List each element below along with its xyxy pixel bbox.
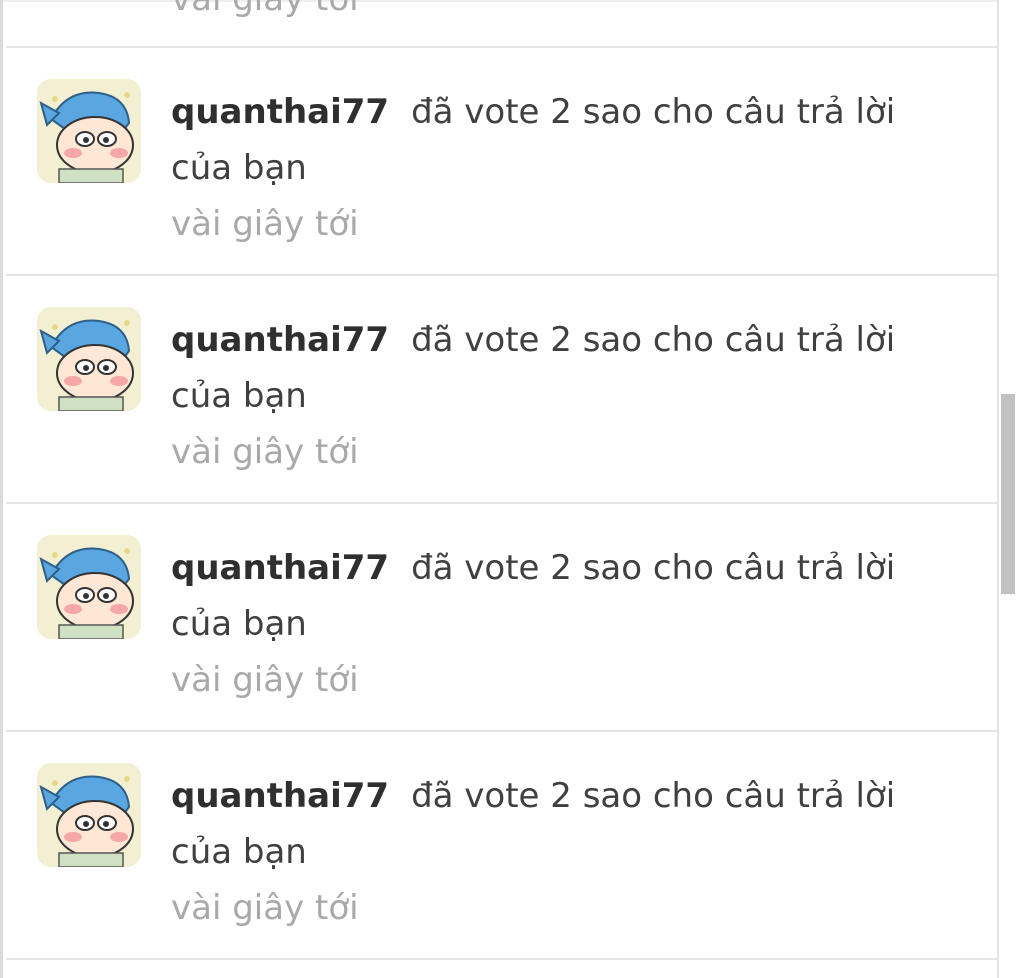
notification-username[interactable]: quanthai77 — [171, 92, 389, 132]
notification-username[interactable]: quanthai77 — [171, 548, 389, 588]
cartoon-boy-avatar-icon[interactable] — [37, 307, 141, 411]
notifications-panel: vài giây tới — [0, 0, 1024, 978]
notification-content: quanthai77 đã vote 2 sao cho câu trả lời … — [171, 312, 951, 480]
notification-username[interactable]: quanthai77 — [171, 320, 389, 360]
notification-item[interactable]: quanthai77 đã vote 2 sao cho câu trả lời … — [6, 732, 1000, 960]
notification-item[interactable]: quanthai77 đã vote 2 sao cho câu trả lời … — [6, 276, 1000, 504]
notification-message: quanthai77 đã vote 2 sao cho câu trả lời … — [171, 768, 951, 880]
notification-content: quanthai77 đã vote 2 sao cho câu trả lời … — [171, 84, 951, 252]
notification-time: vài giây tới — [171, 660, 359, 700]
notification-message: quanthai77 đã vote 2 sao cho câu trả lời … — [171, 312, 951, 424]
notification-item[interactable]: quanthai77 đã vote 2 sao cho câu trả lời … — [6, 48, 1000, 276]
cartoon-boy-avatar-icon[interactable] — [37, 79, 141, 183]
cartoon-boy-avatar-icon[interactable] — [37, 763, 141, 867]
scrollbar[interactable] — [997, 0, 1024, 978]
notification-content: quanthai77 đã vote 2 sao cho câu trả lời … — [171, 768, 951, 936]
notification-message: quanthai77 đã vote 2 sao cho câu trả lời … — [171, 540, 951, 652]
scrollbar-thumb[interactable] — [1001, 394, 1015, 594]
notification-list: vài giây tới — [6, 0, 1000, 960]
notification-time: vài giây tới — [171, 888, 359, 928]
notification-time: vài giây tới — [171, 0, 359, 16]
notification-message: quanthai77 đã vote 2 sao cho câu trả lời … — [171, 84, 951, 196]
notification-content: quanthai77 đã vote 2 sao cho câu trả lời … — [171, 540, 951, 708]
notification-time: vài giây tới — [171, 204, 359, 244]
notification-item[interactable]: quanthai77 đã vote 2 sao cho câu trả lời … — [6, 504, 1000, 732]
notification-username[interactable]: quanthai77 — [171, 776, 389, 816]
partial-notification-item[interactable]: vài giây tới — [6, 0, 1000, 48]
cartoon-boy-avatar-icon[interactable] — [37, 535, 141, 639]
notification-time: vài giây tới — [171, 432, 359, 472]
